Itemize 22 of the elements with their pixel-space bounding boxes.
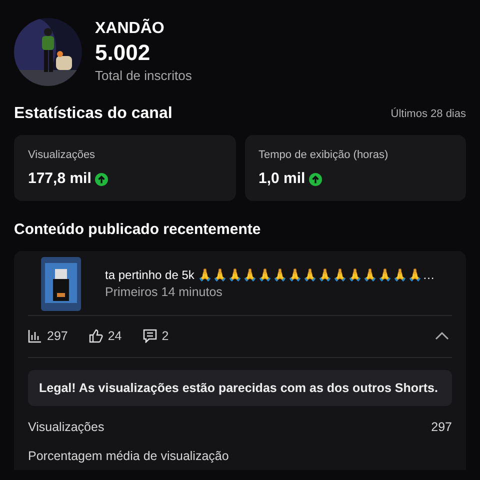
video-subtitle: Primeiros 14 minutos (105, 284, 224, 300)
view-count: 297 (47, 328, 68, 345)
stat-label: Tempo de exibição (horas) (258, 148, 390, 162)
video-title: ta pertinho de 5k 🙏🙏🙏🙏🙏🙏🙏🙏🙏🙏🙏🙏🙏🙏🙏… (105, 266, 435, 282)
metric-value: 297 (431, 419, 452, 436)
stat-label: Visualizações (28, 148, 96, 162)
comment-count: 2 (162, 328, 169, 345)
bar-chart-icon (28, 329, 42, 343)
metric-label: Visualizações (28, 419, 104, 436)
insight-message: Legal! As visualizações estão parecidas com as dos outros Shorts. (28, 370, 452, 406)
stat-value: 177,8 mil (28, 169, 92, 189)
section-title: Conteúdo publicado recentemente (14, 220, 262, 240)
subscriber-label: Total de inscritos (95, 67, 192, 85)
like-count: 24 (108, 328, 122, 345)
channel-name: XANDÃO (95, 19, 166, 39)
thumbs-up-icon (88, 329, 103, 343)
period-label: Últimos 28 dias (390, 106, 466, 122)
stat-value: 1,0 mil (258, 169, 306, 189)
comment-icon (142, 329, 157, 343)
metric-label: Porcentagem média de visualização (28, 448, 229, 465)
section-title: Estatísticas do canal (14, 104, 172, 124)
subscriber-count: 5.002 (95, 39, 152, 67)
